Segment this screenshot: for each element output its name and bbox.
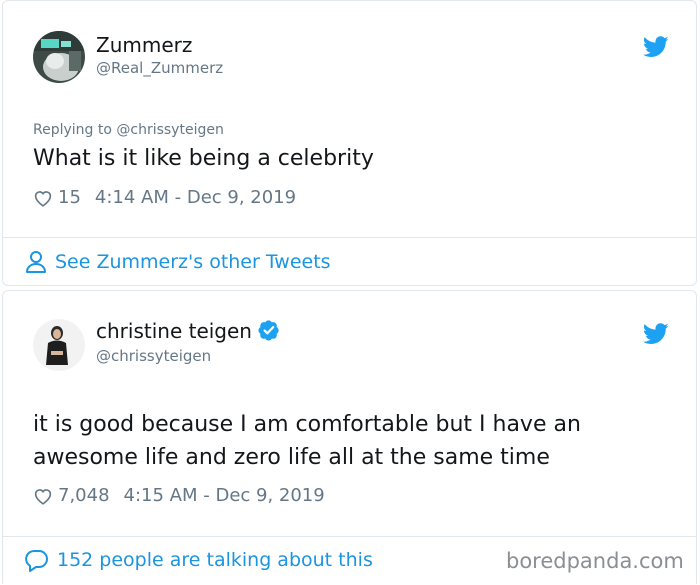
tweet-text: What is it like being a celebrity — [33, 146, 374, 171]
see-other-tweets-label: See Zummerz's other Tweets — [55, 251, 331, 273]
tweet-meta: 7,048 4:15 AM - Dec 9, 2019 — [33, 485, 325, 506]
like-count[interactable]: 15 — [58, 187, 81, 208]
tweet-timestamp[interactable]: 4:15 AM - Dec 9, 2019 — [124, 485, 325, 506]
tweet-meta: 15 4:14 AM - Dec 9, 2019 — [33, 187, 296, 208]
tweet-text-line-1: it is good because I am comfortable but … — [33, 412, 581, 437]
divider — [3, 237, 696, 238]
avatar-chrissyteigen[interactable] — [33, 319, 85, 371]
replying-to-label: Replying to @chrissyteigen — [33, 122, 224, 138]
twitter-bird-icon[interactable] — [643, 36, 669, 58]
avatar-zummerz[interactable] — [33, 31, 85, 83]
tweet-text-line-2: awesome life and zero life all at the sa… — [33, 445, 550, 470]
conversation-link[interactable]: 152 people are talking about this — [25, 548, 373, 572]
author-name[interactable]: christine teigen — [96, 319, 280, 343]
like-count[interactable]: 7,048 — [58, 485, 110, 506]
heart-icon[interactable] — [33, 487, 53, 505]
see-other-tweets-link[interactable]: See Zummerz's other Tweets — [25, 250, 331, 274]
divider — [3, 536, 696, 537]
tweet-timestamp[interactable]: 4:14 AM - Dec 9, 2019 — [95, 187, 296, 208]
heart-icon[interactable] — [33, 189, 53, 207]
verified-badge-icon — [258, 320, 279, 341]
conversation-label: 152 people are talking about this — [57, 549, 373, 571]
author-name[interactable]: Zummerz — [96, 33, 192, 57]
author-name-text[interactable]: christine teigen — [96, 319, 252, 343]
watermark: boredpanda.com — [506, 549, 684, 573]
tweet-text: it is good because I am comfortable but … — [33, 408, 581, 474]
tweet-card-christine-teigen: christine teigen @chrissyteigen it is go… — [2, 290, 697, 584]
comment-bubble-icon — [25, 549, 48, 572]
tweet-card-zummerz: Zummerz @Real_Zummerz Replying to @chris… — [2, 0, 697, 286]
twitter-bird-icon[interactable] — [643, 323, 669, 345]
person-icon — [26, 251, 46, 273]
author-handle[interactable]: @Real_Zummerz — [96, 59, 223, 77]
author-handle[interactable]: @chrissyteigen — [96, 347, 211, 365]
